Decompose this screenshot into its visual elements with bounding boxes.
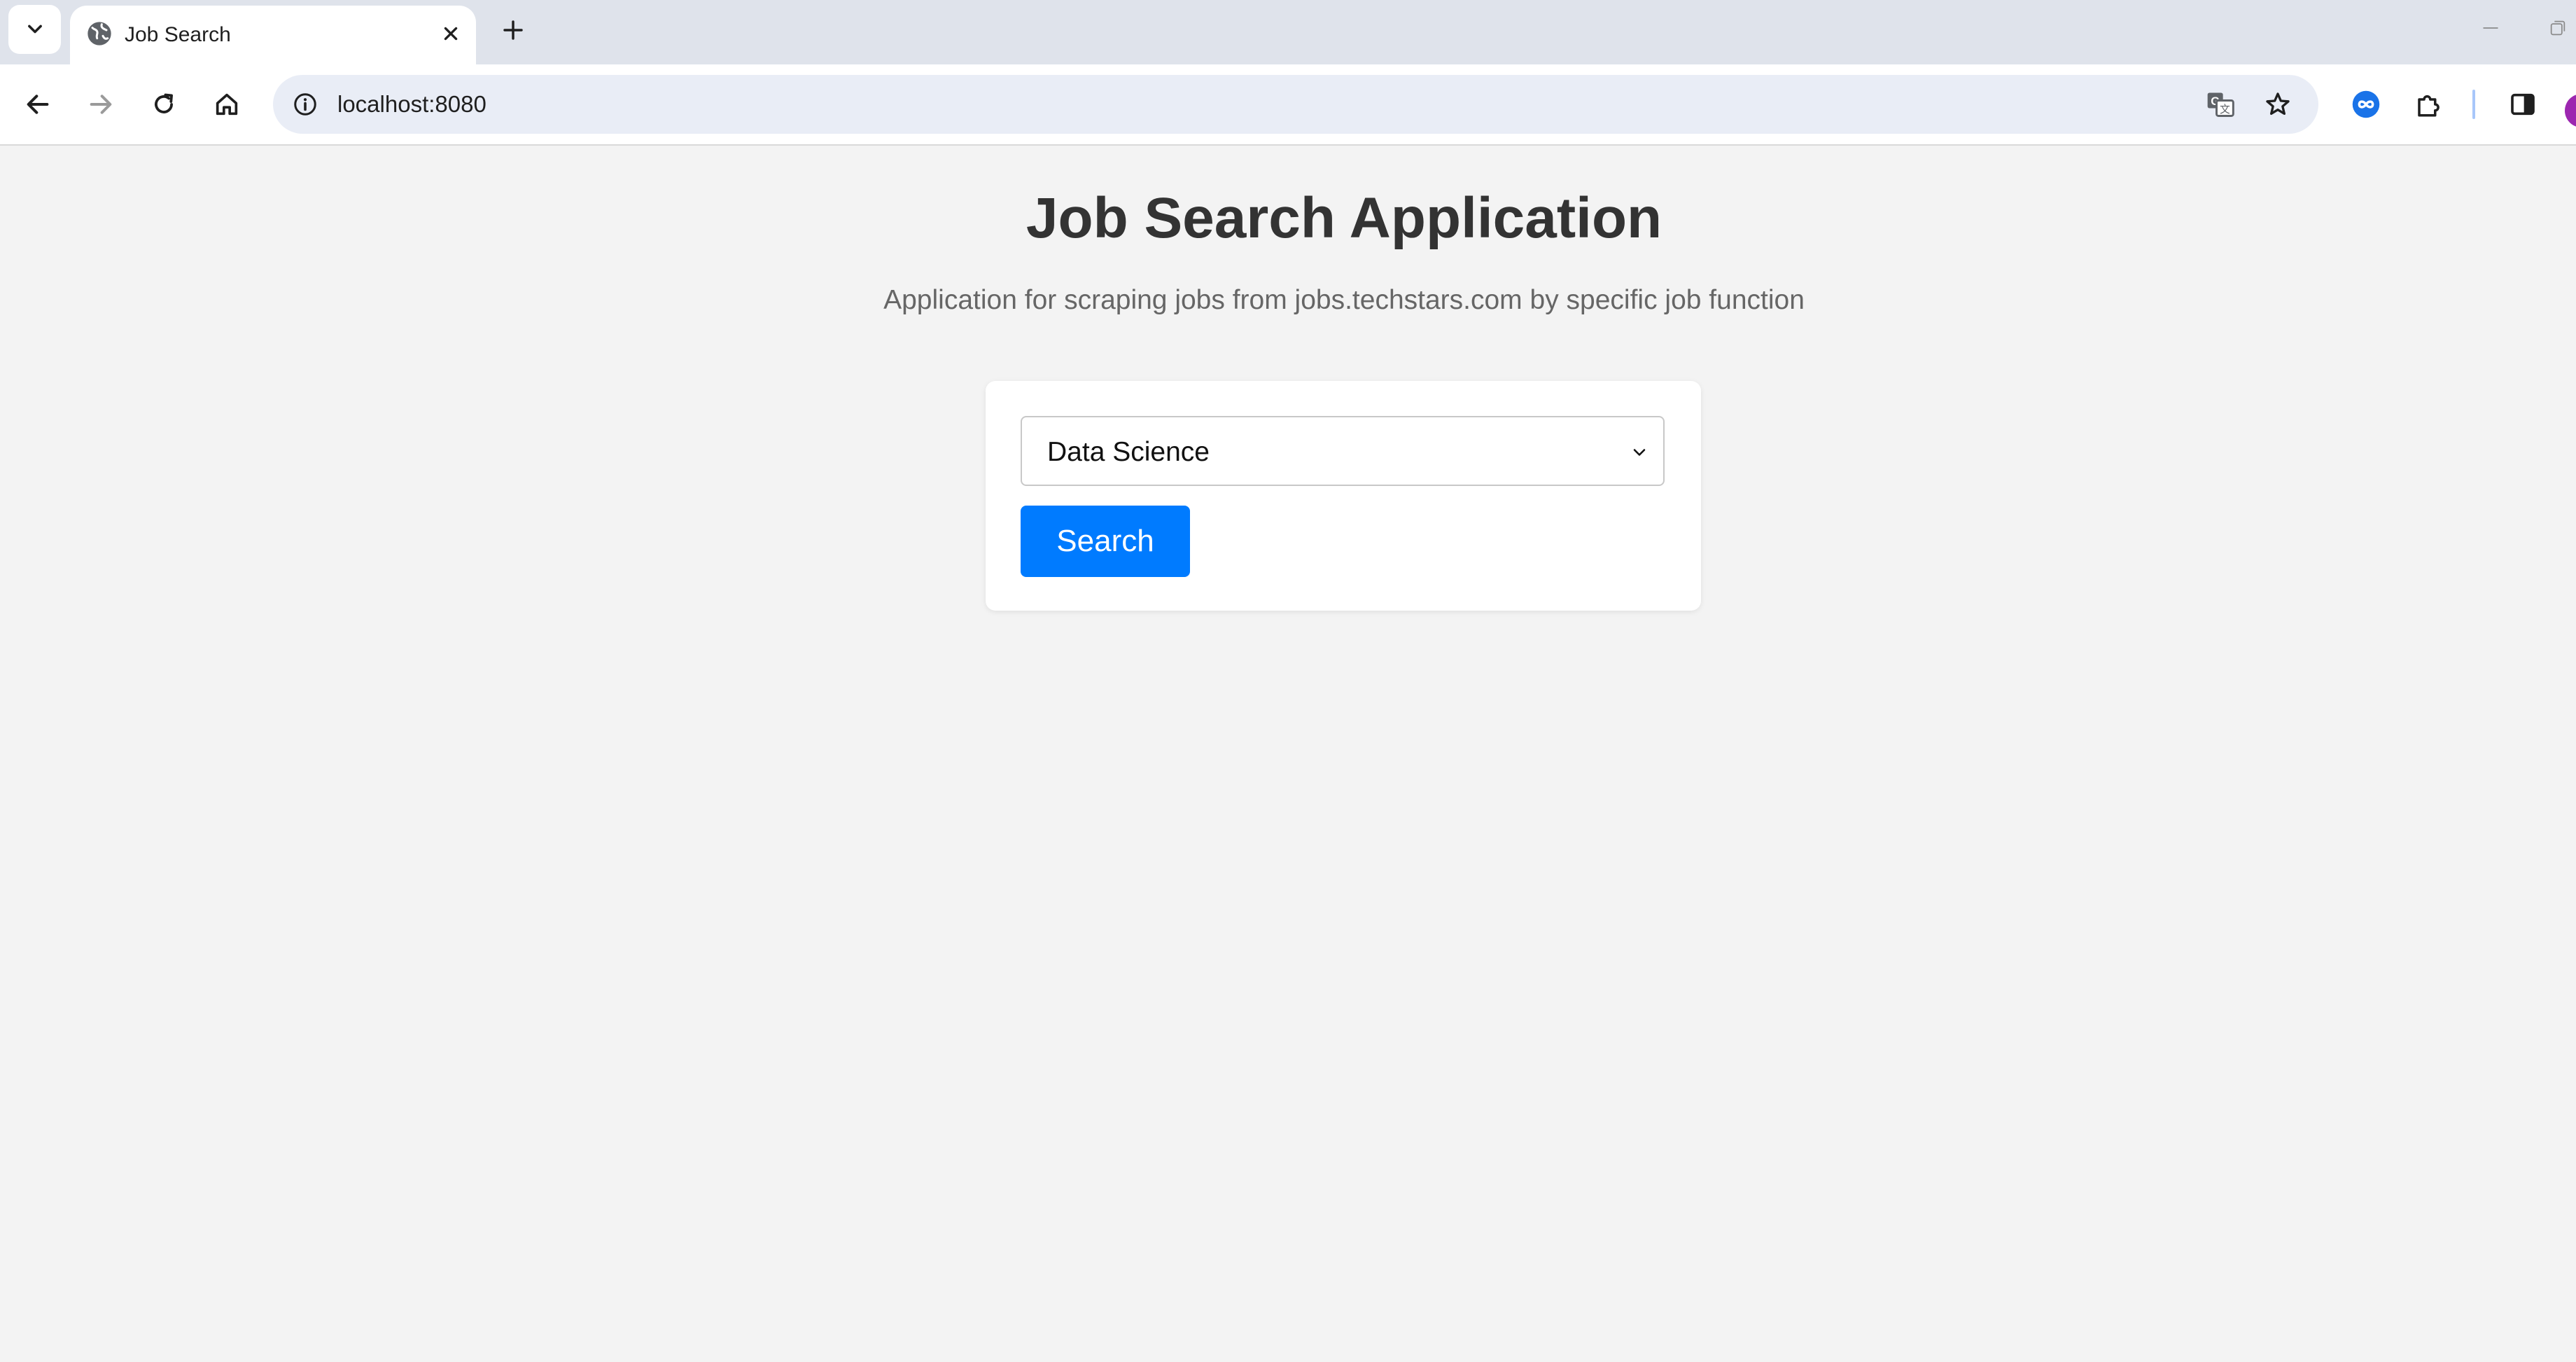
tab-strip: Job Search — [0, 0, 2576, 64]
star-icon — [2266, 92, 2290, 115]
job-function-selected-value: Data Science — [1047, 437, 1210, 467]
new-tab-button[interactable] — [493, 11, 533, 50]
infinity-icon — [2352, 90, 2380, 118]
select-chevron — [1627, 440, 1652, 465]
toolbar-separator — [2472, 90, 2475, 119]
minimize-icon — [2483, 27, 2498, 29]
page-title: Job Search Application — [1026, 186, 1662, 250]
translate-button[interactable]: G 文 — [2201, 85, 2240, 124]
restore-button[interactable] — [2548, 14, 2576, 42]
arrow-left-icon — [27, 95, 49, 114]
site-info-button[interactable] — [286, 85, 325, 124]
back-button[interactable] — [17, 83, 59, 125]
forward-button[interactable] — [80, 83, 122, 125]
profile-avatar[interactable] — [2565, 94, 2576, 127]
tab-search-button[interactable] — [8, 5, 61, 54]
close-tab-button[interactable] — [434, 17, 468, 50]
side-panel-icon — [2511, 93, 2535, 116]
browser-toolbar: localhost:8080 G 文 — [0, 64, 2576, 146]
puzzle-icon — [2418, 95, 2440, 117]
active-tab[interactable]: Job Search — [70, 6, 476, 64]
home-button[interactable] — [206, 83, 248, 125]
extensions-button[interactable] — [2408, 83, 2450, 125]
arrow-right-icon — [90, 95, 112, 114]
globe-icon — [88, 22, 111, 46]
page-subtitle: Application for scraping jobs from jobs.… — [883, 285, 1805, 315]
close-icon — [444, 27, 458, 41]
bookmark-button[interactable] — [2258, 85, 2297, 124]
job-function-select[interactable]: Data Science — [1021, 416, 1665, 486]
chevron-down-icon — [1633, 449, 1646, 456]
plus-icon — [503, 20, 523, 40]
page-content: Job Search Application Application for s… — [0, 146, 2576, 1362]
search-form-card: Data Science Search — [986, 381, 1701, 611]
url-text: localhost:8080 — [337, 91, 486, 117]
extension-infinity-button[interactable] — [2345, 83, 2387, 125]
search-button[interactable]: Search — [1021, 506, 1190, 577]
tab-title: Job Search — [125, 23, 231, 46]
address-bar[interactable]: localhost:8080 G 文 — [273, 75, 2318, 134]
minimize-button[interactable] — [2477, 14, 2505, 42]
chevron-down-icon — [27, 25, 42, 34]
browser-window: Job Search localhost:8080 G 文 Job Search… — [0, 0, 2576, 1362]
translate-icon: G 文 — [2207, 92, 2234, 117]
side-panel-button[interactable] — [2502, 83, 2544, 125]
reload-icon — [155, 93, 173, 113]
svg-text:文: 文 — [2220, 104, 2230, 116]
restore-icon — [2550, 20, 2566, 36]
info-icon — [294, 93, 316, 116]
home-icon — [216, 93, 238, 116]
reload-button[interactable] — [143, 83, 185, 125]
